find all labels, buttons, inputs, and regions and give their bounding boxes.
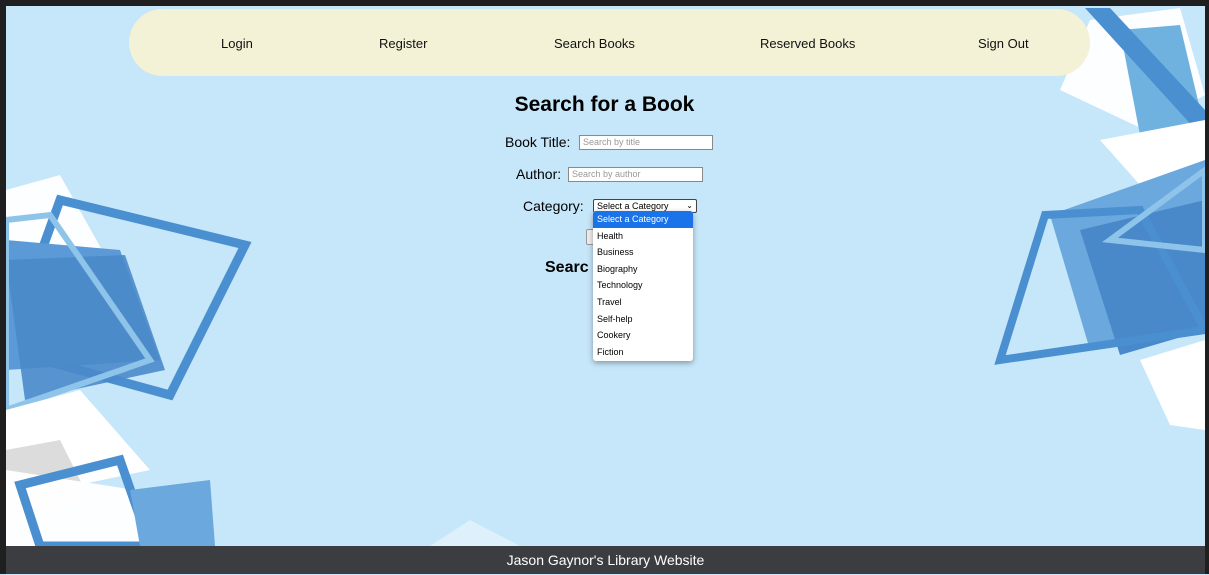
window-right-border bbox=[1205, 0, 1209, 574]
category-select-value: Select a Category bbox=[597, 201, 669, 211]
author-label: Author: bbox=[516, 166, 562, 182]
book-title-label: Book Title: bbox=[505, 134, 571, 150]
window-left-border bbox=[0, 0, 6, 574]
top-navigation: Login Register Search Books Reserved Boo… bbox=[129, 9, 1090, 76]
nav-reserved-books-link[interactable]: Reserved Books bbox=[760, 36, 855, 51]
nav-register-link[interactable]: Register bbox=[379, 36, 427, 51]
category-label: Category: bbox=[523, 198, 584, 214]
dropdown-option[interactable]: Biography bbox=[593, 261, 693, 278]
dropdown-option[interactable]: Technology bbox=[593, 277, 693, 294]
page-title: Search for a Book bbox=[514, 93, 695, 116]
book-title-input[interactable]: Search by title bbox=[579, 135, 713, 150]
nav-search-books-link[interactable]: Search Books bbox=[554, 36, 635, 51]
nav-sign-out-link[interactable]: Sign Out bbox=[978, 36, 1029, 51]
author-input[interactable]: Search by author bbox=[568, 167, 703, 182]
category-dropdown-list: Select a Category Health Business Biogra… bbox=[593, 211, 693, 361]
dropdown-option[interactable]: Self-help bbox=[593, 311, 693, 328]
nav-login-link[interactable]: Login bbox=[221, 36, 253, 51]
dropdown-option[interactable]: Travel bbox=[593, 294, 693, 311]
dropdown-option[interactable]: Select a Category bbox=[593, 211, 693, 228]
dropdown-option[interactable]: Business bbox=[593, 244, 693, 261]
author-placeholder: Search by author bbox=[572, 169, 641, 179]
dropdown-option[interactable]: Health bbox=[593, 228, 693, 245]
site-footer: Jason Gaynor's Library Website bbox=[6, 546, 1205, 574]
book-title-placeholder: Search by title bbox=[583, 137, 641, 147]
footer-text: Jason Gaynor's Library Website bbox=[506, 552, 705, 568]
results-heading: Searc bbox=[545, 259, 589, 276]
dropdown-option[interactable]: Fiction bbox=[593, 344, 693, 361]
window-top-bar bbox=[0, 0, 1209, 6]
dropdown-option[interactable]: Cookery bbox=[593, 327, 693, 344]
